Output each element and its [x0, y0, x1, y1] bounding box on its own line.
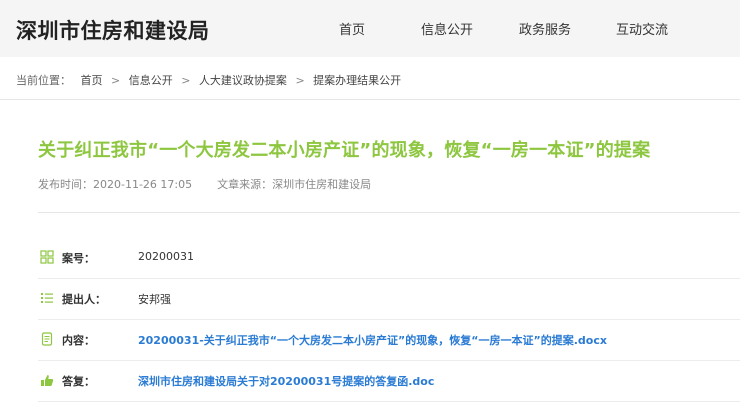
case-number-value: 20200031: [138, 250, 194, 263]
breadcrumb: 当前位置： 首页 > 信息公开 > 人大建议政协提案 > 提案办理结果公开: [16, 72, 401, 88]
breadcrumb-separator: >: [295, 74, 305, 87]
grid-icon: [40, 249, 54, 264]
proposer-value: 安邦强: [138, 293, 171, 306]
breadcrumb-results[interactable]: 提案办理结果公开: [313, 74, 401, 87]
breadcrumb-separator: >: [111, 74, 121, 87]
site-header: 深圳市住房和建设局 首页 信息公开 政务服务 互动交流: [0, 0, 740, 57]
document-icon: [40, 331, 54, 346]
nav-item-gov-services[interactable]: 政务服务: [519, 19, 571, 38]
list-icon: [40, 290, 54, 304]
breadcrumb-lead: 当前位置：: [16, 74, 71, 87]
thumbs-up-icon: [40, 372, 54, 386]
source-label: 文章来源：: [217, 178, 273, 191]
main-nav: 首页 信息公开 政务服务 互动交流: [0, 19, 740, 39]
reply-row: 答复： 深圳市住房和建设局关于对20200031号提案的答复函.doc: [38, 361, 740, 402]
breadcrumb-proposals[interactable]: 人大建议政协提案: [199, 74, 287, 87]
breadcrumb-divider: [0, 99, 740, 100]
breadcrumb-home[interactable]: 首页: [81, 74, 103, 87]
reply-attachment-link[interactable]: 深圳市住房和建设局关于对20200031号提案的答复函.doc: [138, 373, 434, 389]
proposer-label: 提出人：: [62, 293, 106, 306]
meta-divider: [38, 212, 740, 213]
case-number-label: 案号：: [62, 252, 95, 265]
article-title: 关于纠正我市“一个大房发二本小房产证”的现象，恢复“一房一本证”的提案: [38, 140, 651, 161]
content-attachment-link[interactable]: 20200031-关于纠正我市“一个大房发二本小房产证”的现象，恢复“一房一本证…: [138, 332, 607, 348]
article-source: 深圳市住房和建设局: [272, 178, 372, 191]
publish-time-label: 发布时间：: [38, 178, 93, 191]
case-number-row: 案号： 20200031: [38, 238, 740, 279]
nav-item-info-disclosure[interactable]: 信息公开: [421, 19, 473, 38]
proposer-row: 提出人： 安邦强: [38, 279, 740, 320]
content-row: 内容： 20200031-关于纠正我市“一个大房发二本小房产证”的现象，恢复“一…: [38, 320, 740, 361]
breadcrumb-info-disclosure[interactable]: 信息公开: [129, 74, 173, 87]
nav-item-interaction[interactable]: 互动交流: [616, 19, 668, 38]
publish-time: 2020-11-26 17:05: [93, 178, 193, 191]
breadcrumb-separator: >: [181, 74, 191, 87]
reply-label: 答复：: [62, 375, 95, 388]
nav-item-home[interactable]: 首页: [339, 19, 365, 38]
article-meta: 发布时间：2020-11-26 17:05 文章来源：深圳市住房和建设局: [38, 176, 371, 192]
content-label: 内容：: [62, 334, 95, 347]
